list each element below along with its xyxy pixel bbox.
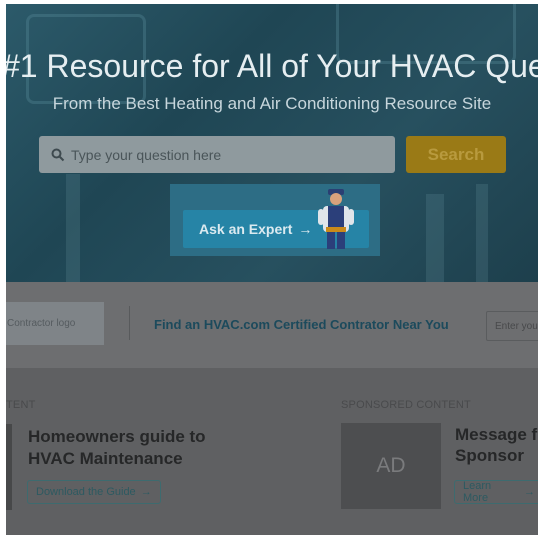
content-label: TENT (6, 399, 36, 411)
arrow-right-icon: → (298, 221, 313, 237)
page-frame: #1 Resource for All of Your HVAC Ques Fr… (6, 4, 538, 535)
bg-post (426, 194, 444, 282)
hero-banner: #1 Resource for All of Your HVAC Ques Fr… (6, 4, 538, 282)
search-icon (51, 148, 65, 161)
ad-placeholder: AD (341, 423, 441, 509)
learn-more-label: Learn More (463, 480, 492, 504)
download-guide-button[interactable]: Download the Guide → (27, 480, 161, 504)
guide-title-line1: Homeowners guide to (28, 427, 206, 446)
divider (129, 306, 130, 340)
learn-more-button[interactable]: Learn More → (454, 480, 538, 504)
search-button[interactable]: Search (406, 136, 506, 173)
contractor-logo: Contractor logo (6, 302, 104, 345)
sponsor-title-line1: Message f (455, 425, 538, 444)
find-contractor-link[interactable]: Find an HVAC.com Certified Contrator Nea… (154, 317, 449, 332)
arrow-right-icon: → (140, 486, 152, 498)
bg-post (476, 184, 488, 282)
zip-input[interactable] (486, 311, 538, 341)
guide-thumbnail (6, 424, 12, 510)
hero-subtitle: From the Best Heating and Air Conditioni… (52, 94, 492, 113)
sponsor-title-line2: Sponsor (455, 446, 524, 465)
technician-illustration (318, 189, 354, 249)
arrow-right-icon: → (524, 486, 535, 498)
download-guide-label: Download the Guide (36, 486, 136, 498)
bg-post (66, 174, 80, 282)
sponsored-label: SPONSORED CONTENT (341, 399, 471, 411)
hero-title: #1 Resource for All of Your HVAC Ques (6, 48, 538, 84)
search-box (39, 136, 395, 173)
ask-expert-label: Ask an Expert (199, 221, 293, 237)
search-input[interactable] (71, 146, 391, 163)
guide-title-line2: HVAC Maintenance (28, 449, 183, 468)
